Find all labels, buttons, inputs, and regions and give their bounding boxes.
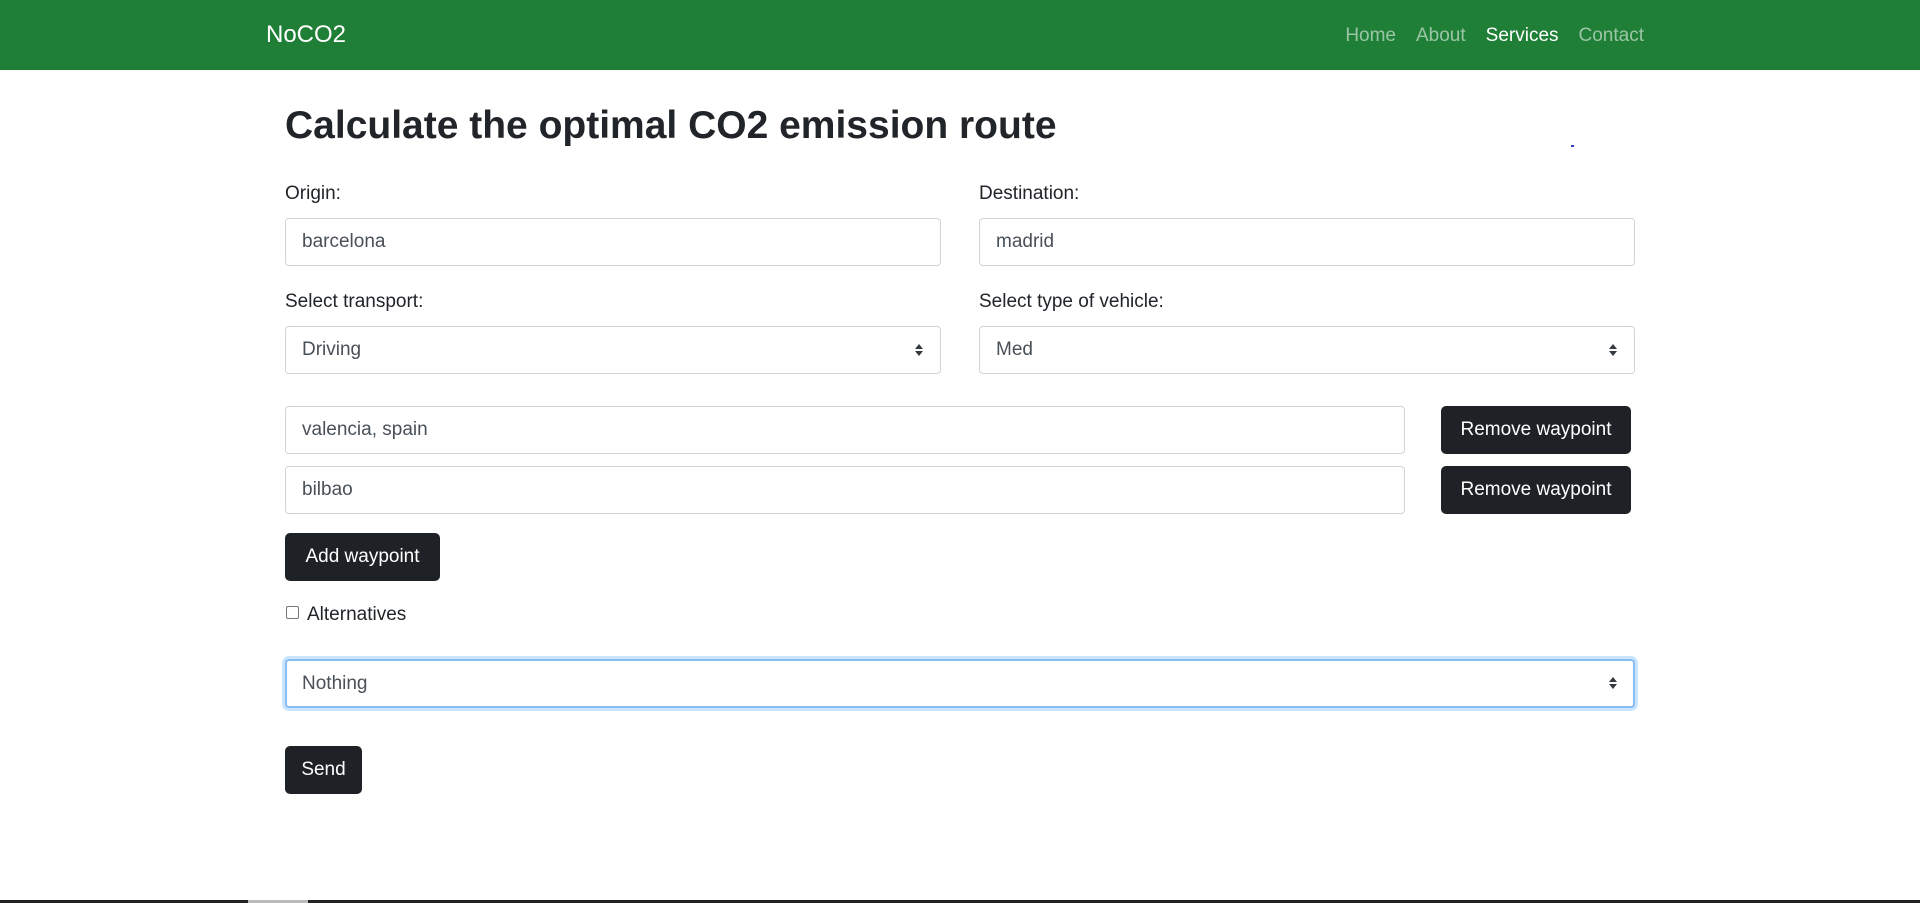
nav-links: Home About Services Contact — [1345, 24, 1644, 48]
sort-arrows-icon — [914, 342, 924, 358]
remove-waypoint-button-1[interactable]: Remove waypoint — [1441, 406, 1631, 454]
stray-dot — [1571, 145, 1574, 147]
brand-logo[interactable]: NoCO2 — [266, 20, 346, 50]
nav-link-contact[interactable]: Contact — [1579, 24, 1644, 48]
vehicle-label: Select type of vehicle: — [979, 291, 1164, 312]
nav-link-services[interactable]: Services — [1486, 24, 1559, 48]
vehicle-select[interactable]: Med — [979, 326, 1635, 374]
option-select[interactable]: Nothing — [285, 659, 1635, 708]
option-select-value: Nothing — [302, 673, 368, 694]
destination-input[interactable]: madrid — [979, 218, 1635, 266]
alternatives-checkbox[interactable] — [286, 606, 299, 619]
transport-label: Select transport: — [285, 291, 424, 312]
navbar: NoCO2 Home About Services Contact — [0, 0, 1920, 70]
origin-label: Origin: — [285, 183, 341, 204]
nav-link-about[interactable]: About — [1416, 24, 1466, 48]
waypoint-input-2[interactable]: bilbao — [285, 466, 1405, 514]
alternatives-label: Alternatives — [307, 604, 407, 625]
nav-link-home[interactable]: Home — [1345, 24, 1396, 48]
send-button[interactable]: Send — [285, 746, 362, 794]
sort-arrows-icon — [1608, 675, 1618, 691]
origin-input[interactable]: barcelona — [285, 218, 941, 266]
transport-select[interactable]: Driving — [285, 326, 941, 374]
waypoint-input-1[interactable]: valencia, spain — [285, 406, 1405, 454]
transport-select-value: Driving — [302, 339, 362, 360]
sort-arrows-icon — [1608, 342, 1618, 358]
destination-label: Destination: — [979, 183, 1080, 204]
remove-waypoint-button-2[interactable]: Remove waypoint — [1441, 466, 1631, 514]
page-title: Calculate the optimal CO2 emission route — [285, 104, 1057, 147]
vehicle-select-value: Med — [996, 339, 1033, 360]
add-waypoint-button[interactable]: Add waypoint — [285, 533, 440, 581]
